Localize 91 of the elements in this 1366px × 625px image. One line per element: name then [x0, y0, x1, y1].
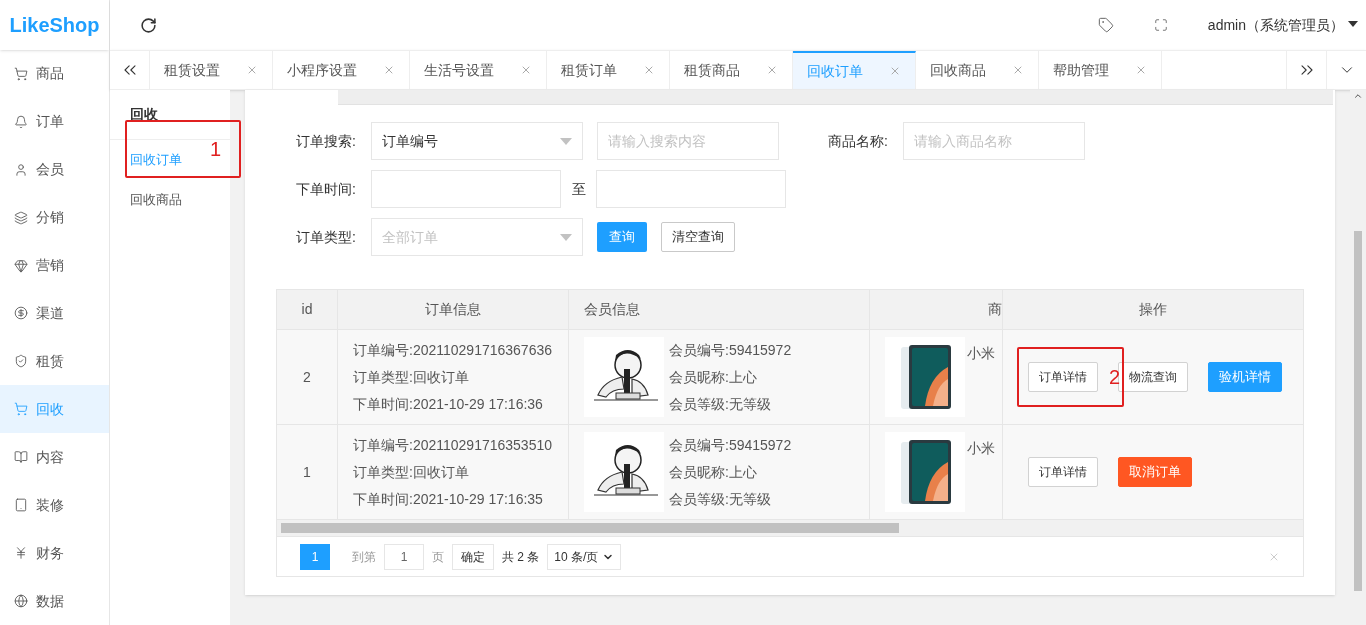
page-size-select[interactable]: 10 条/页	[547, 543, 622, 570]
page-tab[interactable]: 租赁设置	[150, 51, 273, 89]
page-tab[interactable]: 生活号设置	[410, 51, 547, 89]
order-info-line: 订单编号:202110291716367636	[353, 340, 553, 360]
member-info-line: 会员等级:无等级	[669, 394, 772, 414]
search-type-select[interactable]: 订单编号	[371, 122, 583, 160]
menu-icon	[14, 306, 28, 321]
menu-icon	[14, 66, 28, 81]
member-info-line: 会员编号:59415972	[669, 435, 792, 455]
sidebar-item[interactable]: 内容	[0, 433, 109, 482]
close-icon	[889, 65, 901, 77]
close-icon	[246, 64, 258, 76]
annotation-number: 1	[209, 137, 221, 162]
sidebar-item[interactable]: 装修	[0, 481, 109, 530]
fullscreen-icon[interactable]	[1153, 18, 1168, 32]
order-info-line: 订单类型:回收订单	[353, 462, 470, 482]
close-icon	[766, 64, 778, 76]
sidebar-item[interactable]: 财务	[0, 529, 109, 578]
column-header: 商	[988, 300, 1002, 319]
action-button[interactable]: 订单详情	[1028, 457, 1098, 487]
menu-icon	[14, 402, 28, 417]
sidebar-item[interactable]: 营销	[0, 241, 109, 290]
range-separator: 至	[570, 179, 587, 199]
field-label: 商品名称:	[827, 131, 889, 151]
clear-query-button[interactable]: 清空查询	[661, 222, 735, 252]
close-icon	[1135, 64, 1147, 76]
page-field[interactable]: 1	[384, 543, 424, 570]
field-label: 订单搜索:	[295, 131, 357, 151]
horizontal-scrollbar[interactable]	[277, 520, 1303, 536]
order-info-line: 订单类型:回收订单	[353, 367, 470, 387]
menu-icon	[14, 498, 28, 513]
submenu-item[interactable]: 回收商品	[130, 190, 182, 210]
table-cell: 2	[277, 330, 338, 424]
page-unit: 页	[432, 548, 444, 566]
close-icon	[1012, 64, 1024, 76]
end-date-field[interactable]	[596, 170, 786, 208]
close-icon	[520, 64, 532, 76]
goods-name-field[interactable]: 请输入商品名称	[903, 122, 1085, 160]
member-info-line: 会员编号:59415972	[669, 340, 792, 360]
page-tab[interactable]: 小程序设置	[273, 51, 410, 89]
member-info-line: 会员昵称:上心	[669, 367, 758, 387]
member-info-line: 会员昵称:上心	[669, 462, 758, 482]
menu-icon	[14, 258, 28, 273]
menu-icon	[14, 162, 28, 177]
menu-icon	[14, 546, 28, 561]
column-header: 订单信息	[338, 290, 569, 329]
search-field[interactable]: 请输入搜索内容	[597, 122, 779, 160]
annotation-number: 2	[1108, 365, 1120, 390]
sidebar-item[interactable]: 商品	[0, 49, 109, 98]
menu-icon	[14, 594, 28, 608]
table-cell: 1	[277, 425, 338, 519]
caret-icon	[560, 233, 572, 241]
column-header: 操作	[1002, 290, 1302, 329]
total-count: 共 2 条	[502, 548, 540, 566]
menu-icon	[14, 450, 28, 465]
menu-icon	[14, 114, 28, 129]
logo: LikeShop	[9, 12, 100, 38]
action-button[interactable]: 订单详情	[1028, 362, 1098, 392]
member-info-line: 会员等级:无等级	[669, 489, 772, 509]
goods-name: 小米	[967, 439, 995, 458]
close-icon	[383, 64, 395, 76]
field-label: 订单类型:	[295, 227, 357, 247]
caret-icon	[560, 137, 572, 145]
order-info-line: 订单编号:202110291716353510	[353, 435, 553, 455]
refresh-icon[interactable]	[140, 16, 157, 34]
sidebar-item[interactable]: 数据	[0, 577, 109, 625]
column-header: id	[277, 290, 338, 329]
menu-icon	[14, 354, 28, 369]
page-tab[interactable]: 帮助管理	[1039, 51, 1162, 89]
scroll-up-icon	[1353, 91, 1363, 101]
page-tab[interactable]: 租赁订单	[547, 51, 670, 89]
goto-label: 到第	[352, 548, 376, 566]
page-tab[interactable]: 回收商品	[916, 51, 1039, 89]
sidebar-item[interactable]: 订单	[0, 97, 109, 146]
column-header: 会员信息	[584, 300, 640, 319]
sidebar-item[interactable]: 租赁	[0, 337, 109, 386]
confirm-button[interactable]: 确定	[452, 543, 494, 570]
tag-icon[interactable]	[1097, 17, 1114, 33]
sidebar-item[interactable]: 会员	[0, 145, 109, 194]
sidebar-item[interactable]: 渠道	[0, 289, 109, 338]
close-icon	[643, 64, 655, 76]
field-label: 下单时间:	[295, 179, 357, 199]
user-menu[interactable]: admin（系统管理员）	[1207, 14, 1358, 36]
goods-name: 小米	[967, 344, 995, 363]
order-info-line: 下单时间:2021-10-29 17:16:35	[353, 489, 544, 509]
action-button[interactable]: 物流查询	[1118, 362, 1188, 392]
sidebar-item[interactable]: 分销	[0, 193, 109, 242]
menu-icon	[14, 210, 28, 225]
order-info-line: 下单时间:2021-10-29 17:16:36	[353, 394, 544, 414]
start-date-field[interactable]	[371, 170, 561, 208]
caret-icon	[1348, 21, 1358, 29]
